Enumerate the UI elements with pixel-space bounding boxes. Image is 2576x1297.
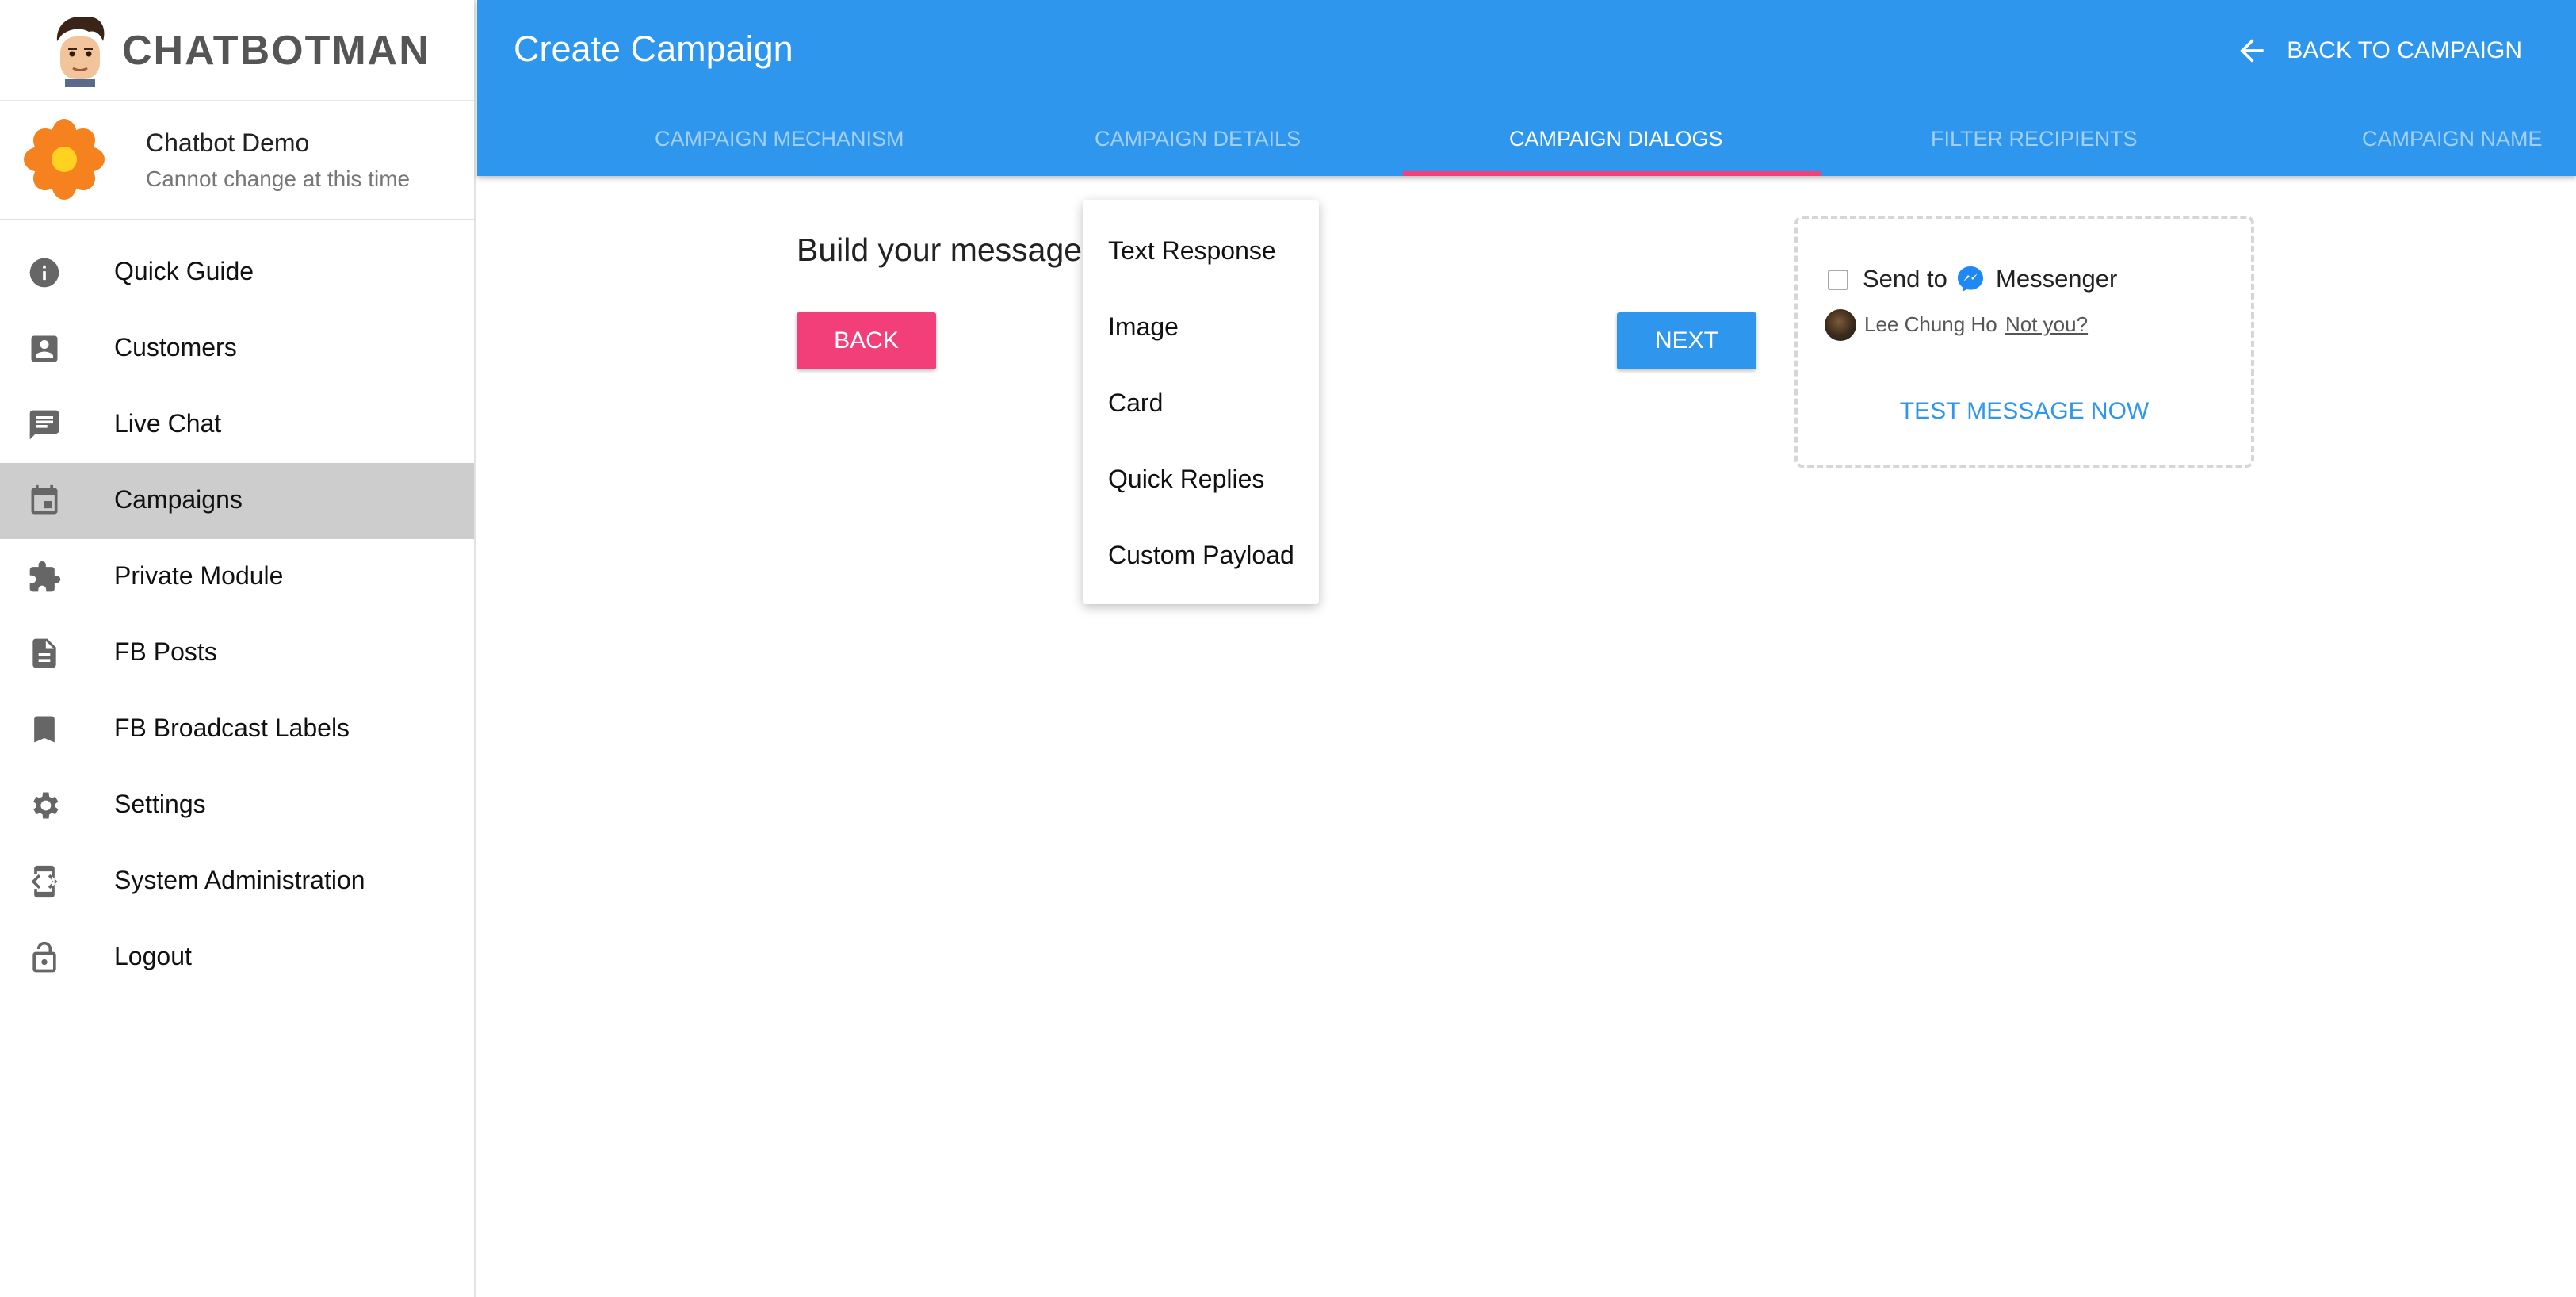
menu-item-card[interactable]: Card [1083, 381, 1319, 457]
brand-name: CHATBOTMAN [122, 28, 430, 74]
back-button[interactable]: BACK [797, 312, 936, 369]
sidebar-item-fb-posts[interactable]: FB Posts [0, 615, 474, 691]
sidebar-item-label: FB Broadcast Labels [114, 714, 350, 742]
sidebar-item-label: Live Chat [114, 409, 222, 438]
sidebar-item-label: Private Module [114, 561, 284, 590]
user-name: Lee Chung Ho [1864, 312, 1997, 336]
build-message-heading: Build your message [797, 231, 1083, 268]
test-message-panel: Send to Messenger Lee Chung Ho Not you? … [1794, 216, 2254, 468]
avatar [1825, 309, 1856, 341]
not-you-link[interactable]: Not you? [2005, 312, 2088, 337]
bot-name: Chatbot Demo [146, 128, 310, 157]
gear-icon [27, 788, 62, 823]
tab-campaign-name[interactable]: CAMPAIGN NAME [2362, 127, 2543, 151]
sidebar-item-label: Customers [114, 333, 237, 362]
menu-item-text-response[interactable]: Text Response [1083, 228, 1319, 304]
page-title: Create Campaign [514, 29, 793, 69]
sidebar-item-campaigns[interactable]: Campaigns [0, 463, 474, 539]
sidebar-item-label: Quick Guide [114, 257, 254, 285]
tab-campaign-mechanism[interactable]: CAMPAIGN MECHANISM [655, 127, 904, 151]
sidebar-item-fb-broadcast-labels[interactable]: FB Broadcast Labels [0, 691, 474, 767]
bot-profile[interactable]: Chatbot Demo Cannot change at this time [0, 103, 474, 220]
sidebar-item-label: Settings [114, 790, 206, 818]
lock-icon [27, 940, 62, 975]
app-header: Create Campaign BACK TO CAMPAIGN CAMPAIG… [477, 0, 2576, 176]
sidebar-item-label: Campaigns [114, 485, 243, 514]
send-to-label: Send to [1863, 265, 1947, 293]
channel-label: Messenger [1996, 265, 2118, 293]
face-avatar-icon [56, 17, 105, 87]
tab-campaign-dialogs[interactable]: CAMPAIGN DIALOGS [1509, 127, 1723, 151]
next-button[interactable]: NEXT [1617, 312, 1756, 369]
document-icon [27, 636, 62, 671]
chat-icon [27, 407, 62, 442]
back-to-campaign-label: BACK TO CAMPAIGN [2287, 37, 2522, 63]
sidebar-item-quick-guide[interactable]: Quick Guide [0, 235, 474, 311]
brand-header[interactable]: CHATBOTMAN [0, 0, 474, 101]
sidebar-item-live-chat[interactable]: Live Chat [0, 387, 474, 463]
send-to-checkbox[interactable] [1828, 270, 1848, 290]
sidebar-item-label: FB Posts [114, 637, 217, 666]
active-tab-indicator [1403, 171, 1821, 176]
sidebar-item-system-administration[interactable]: System Administration [0, 844, 474, 920]
sidebar-item-customers[interactable]: Customers [0, 311, 474, 387]
calendar-icon [27, 484, 62, 518]
developer-icon [27, 864, 62, 899]
orange-flower-icon [24, 119, 105, 200]
sidebar-item-label: Logout [114, 942, 192, 970]
sidebar: CHATBOTMAN Chatbot Demo Cannot change at… [0, 0, 476, 1297]
info-icon [27, 255, 62, 290]
tab-campaign-details[interactable]: CAMPAIGN DETAILS [1095, 127, 1301, 151]
contact-icon [27, 331, 62, 366]
sidebar-item-private-module[interactable]: Private Module [0, 539, 474, 615]
menu-item-image[interactable]: Image [1083, 304, 1319, 381]
back-to-campaign-button[interactable]: BACK TO CAMPAIGN [2234, 33, 2522, 68]
sidebar-nav: Quick Guide Customers Live Chat Campaign… [0, 235, 474, 996]
message-type-menu: Text Response Image Card Quick Replies C… [1083, 200, 1319, 604]
sidebar-item-settings[interactable]: Settings [0, 767, 474, 844]
test-message-now-button[interactable]: TEST MESSAGE NOW [1798, 398, 2251, 425]
sidebar-item-label: System Administration [114, 866, 365, 894]
messenger-icon [1958, 266, 1983, 292]
arrow-left-icon [2240, 39, 2264, 63]
bot-subtitle: Cannot change at this time [146, 166, 411, 191]
bookmark-icon [27, 712, 62, 747]
menu-item-custom-payload[interactable]: Custom Payload [1083, 533, 1319, 609]
tab-filter-recipients[interactable]: FILTER RECIPIENTS [1931, 127, 2138, 151]
menu-item-quick-replies[interactable]: Quick Replies [1083, 457, 1319, 533]
puzzle-icon [27, 560, 62, 595]
sidebar-item-logout[interactable]: Logout [0, 920, 474, 996]
